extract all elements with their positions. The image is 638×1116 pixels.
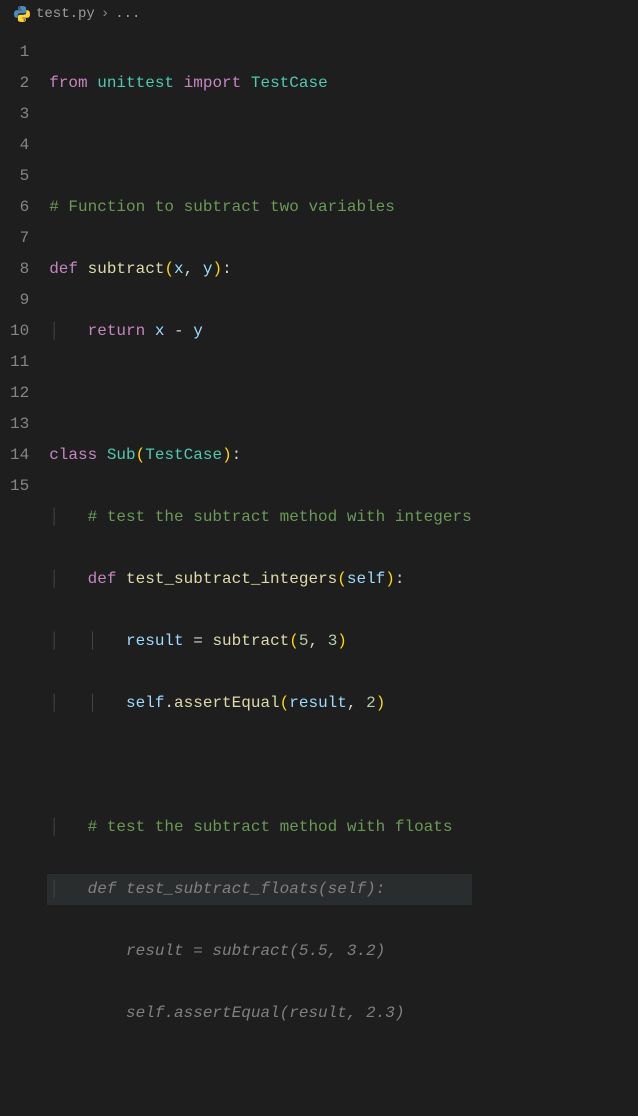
code-line[interactable]: │ │ self.assertEqual(result, 2)	[47, 688, 471, 719]
code-line[interactable]: # Function to subtract two variables	[47, 192, 471, 223]
breadcrumb-rest: ...	[115, 6, 140, 22]
line-number-gutter: 1 2 3 4 5 6 7 8 9 10 11 12 13 14 15	[0, 29, 47, 1116]
python-file-icon	[14, 6, 30, 22]
code-line[interactable]: from unittest import TestCase	[47, 68, 471, 99]
ghost-suggestion: def test_subtract_floats(self):	[88, 880, 386, 898]
code-line[interactable]: │ return x - y	[47, 316, 471, 347]
code-line-current[interactable]: │ def test_subtract_floats(self):	[47, 874, 471, 905]
breadcrumb[interactable]: test.py › ...	[0, 0, 638, 29]
code-line[interactable]: class Sub(TestCase):	[47, 440, 471, 471]
code-line[interactable]: self.assertEqual(result, 2.3)	[47, 998, 471, 1029]
code-line[interactable]: │ │ result = subtract(5, 3)	[47, 626, 471, 657]
code-line[interactable]: │ # test the subtract method with intege…	[47, 502, 471, 533]
ghost-suggestion: self.assertEqual(result, 2.3)	[88, 1004, 405, 1022]
chevron-right-icon: ›	[101, 6, 109, 22]
code-line[interactable]	[47, 378, 471, 409]
code-line[interactable]: def subtract(x, y):	[47, 254, 471, 285]
breadcrumb-filename: test.py	[36, 6, 95, 22]
code-line[interactable]: result = subtract(5.5, 3.2)	[47, 936, 471, 967]
ghost-suggestion: result = subtract(5.5, 3.2)	[88, 942, 386, 960]
code-line[interactable]: │ # test the subtract method with floats	[47, 812, 471, 843]
code-line[interactable]	[47, 130, 471, 161]
code-editor[interactable]: 1 2 3 4 5 6 7 8 9 10 11 12 13 14 15 from…	[0, 29, 638, 1116]
code-line[interactable]	[47, 1060, 471, 1091]
code-line[interactable]	[47, 750, 471, 781]
code-content[interactable]: from unittest import TestCase # Function…	[47, 29, 471, 1116]
code-line[interactable]: │ def test_subtract_integers(self):	[47, 564, 471, 595]
